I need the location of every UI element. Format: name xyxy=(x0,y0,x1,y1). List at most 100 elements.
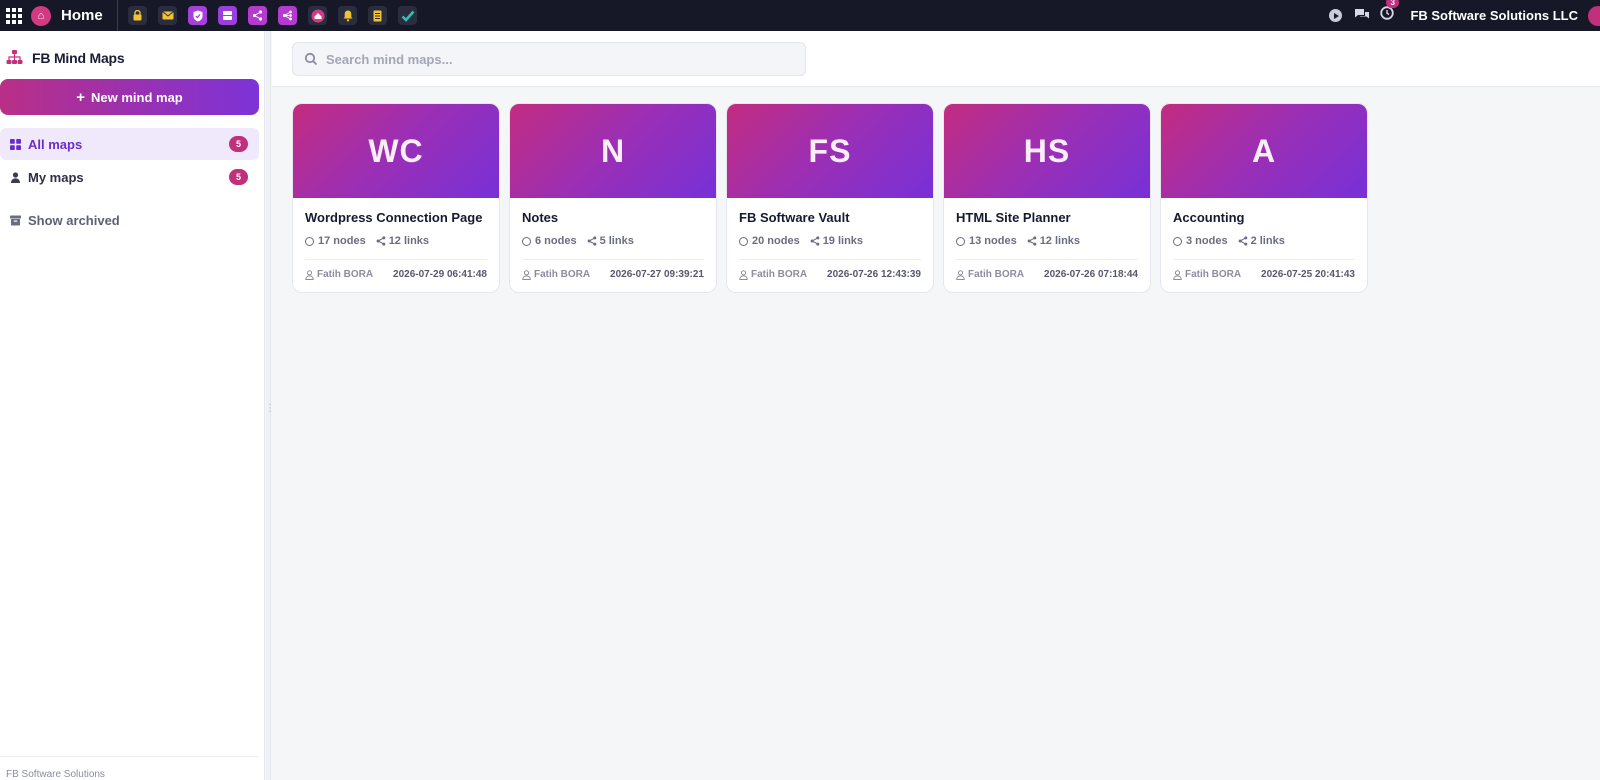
share-icon[interactable] xyxy=(248,6,268,25)
card-divider xyxy=(1173,259,1355,260)
card-divider xyxy=(522,259,704,260)
app-title: FB Mind Maps xyxy=(32,49,125,66)
card-banner: WC xyxy=(293,104,499,198)
mind-map-card[interactable]: FS FB Software Vault 20 nodes 19 links F… xyxy=(726,103,934,293)
topbar-right: 3 FB Software Solutions LLC xyxy=(1329,0,1600,31)
card-stats: 20 nodes 19 links xyxy=(739,235,863,247)
check-icon[interactable] xyxy=(398,6,418,25)
sidebar-brand: FB Mind Maps xyxy=(6,49,125,66)
card-author: Fatih BORA xyxy=(739,269,807,280)
card-title[interactable]: Accounting xyxy=(1173,210,1245,225)
sidebar-footer: FB Software Solutions xyxy=(6,769,105,780)
main-header xyxy=(272,31,1600,87)
node-count: 13 nodes xyxy=(969,235,1017,247)
search-icon xyxy=(304,52,318,66)
share-icon xyxy=(587,236,596,246)
link-count: 19 links xyxy=(822,235,864,247)
node-count: 17 nodes xyxy=(318,235,366,247)
user-icon xyxy=(522,269,531,280)
new-mind-map-label: New mind map xyxy=(91,89,183,105)
link-count: 2 links xyxy=(1250,235,1285,247)
app-launcher-bar xyxy=(123,6,423,25)
notebook-icon[interactable] xyxy=(368,6,388,25)
database-icon[interactable] xyxy=(218,6,238,25)
card-stats: 6 nodes 5 links xyxy=(522,235,634,247)
node-icon xyxy=(522,236,531,246)
node-count: 20 nodes xyxy=(752,235,800,247)
mail-icon[interactable] xyxy=(158,6,178,25)
footer-divider xyxy=(0,756,259,757)
author-name: Fatih BORA xyxy=(317,269,374,280)
card-author: Fatih BORA xyxy=(522,269,590,280)
new-mind-map-button[interactable]: + New mind map xyxy=(0,79,259,115)
card-initials: N xyxy=(600,132,626,169)
nav-label-my-maps: My maps xyxy=(28,169,84,185)
share-icon xyxy=(1238,236,1247,246)
avatar[interactable] xyxy=(1588,5,1600,26)
mind-map-card[interactable]: N Notes 6 nodes 5 links Fatih BORA 2026-… xyxy=(509,103,717,293)
card-date: 2026-07-25 20:41:43 xyxy=(1261,269,1355,280)
play-icon[interactable] xyxy=(1329,9,1343,22)
node-icon xyxy=(305,236,314,246)
card-date: 2026-07-26 07:18:44 xyxy=(1044,269,1138,280)
show-archived-label: Show archived xyxy=(28,212,120,228)
sitemap-icon xyxy=(6,50,23,64)
card-title[interactable]: Wordpress Connection Page xyxy=(305,210,482,225)
card-initials: WC xyxy=(368,132,424,169)
card-banner: N xyxy=(510,104,716,198)
shield-icon[interactable] xyxy=(188,6,208,25)
link-count: 12 links xyxy=(388,235,430,247)
count-badge: 5 xyxy=(229,136,248,152)
card-date: 2026-07-29 06:41:48 xyxy=(393,269,487,280)
user-icon xyxy=(1173,269,1182,280)
mind-map-card[interactable]: A Accounting 3 nodes 2 links Fatih BORA … xyxy=(1160,103,1368,293)
node-icon xyxy=(956,236,965,246)
card-date: 2026-07-26 12:43:39 xyxy=(827,269,921,280)
author-name: Fatih BORA xyxy=(968,269,1025,280)
node-icon xyxy=(739,236,748,246)
author-name: Fatih BORA xyxy=(534,269,591,280)
user-icon xyxy=(739,269,748,280)
user-icon xyxy=(956,269,965,280)
card-title[interactable]: Notes xyxy=(522,210,558,225)
user-icon xyxy=(11,171,20,183)
company-name[interactable]: FB Software Solutions LLC xyxy=(1410,8,1578,23)
card-initials: A xyxy=(1251,132,1277,169)
home-link[interactable]: Home xyxy=(61,7,103,24)
card-title[interactable]: FB Software Vault xyxy=(739,210,850,225)
card-initials: FS xyxy=(808,132,852,169)
mind-map-card[interactable]: HS HTML Site Planner 13 nodes 12 links F… xyxy=(943,103,1151,293)
card-divider xyxy=(305,259,487,260)
count-badge: 5 xyxy=(229,169,248,185)
apps-grid-icon[interactable] xyxy=(2,4,26,28)
mindmap-icon[interactable] xyxy=(278,6,298,25)
card-banner: A xyxy=(1161,104,1367,198)
home-app-icon[interactable] xyxy=(308,6,328,25)
card-date: 2026-07-27 09:39:21 xyxy=(610,269,704,280)
card-stats: 17 nodes 12 links xyxy=(305,235,429,247)
nav-label-all-maps: All maps xyxy=(28,136,83,152)
show-archived-toggle[interactable]: Show archived xyxy=(0,209,259,231)
bell-icon[interactable] xyxy=(338,6,358,25)
search-input[interactable] xyxy=(326,51,796,67)
author-name: Fatih BORA xyxy=(751,269,808,280)
card-banner: FS xyxy=(727,104,933,198)
card-stats: 13 nodes 12 links xyxy=(956,235,1080,247)
card-banner: HS xyxy=(944,104,1150,198)
notification-badge: 3 xyxy=(1386,0,1399,8)
chat-icon[interactable] xyxy=(1354,8,1370,24)
card-author: Fatih BORA xyxy=(1173,269,1241,280)
mind-map-card[interactable]: WC Wordpress Connection Page 17 nodes 12… xyxy=(292,103,500,293)
nav-item-my-maps[interactable]: My maps 5 xyxy=(0,161,259,193)
card-stats: 3 nodes 2 links xyxy=(1173,235,1285,247)
clock-icon xyxy=(1380,6,1395,20)
link-count: 12 links xyxy=(1039,235,1081,247)
share-icon xyxy=(376,236,385,246)
nav-item-all-maps[interactable]: All maps 5 xyxy=(0,128,259,160)
lock-icon[interactable] xyxy=(128,6,148,25)
card-title[interactable]: HTML Site Planner xyxy=(956,210,1071,225)
sidebar-resize-handle[interactable] xyxy=(265,31,275,780)
home-logo-icon[interactable]: ⌂ xyxy=(31,5,51,26)
notifications-button[interactable]: 3 xyxy=(1380,0,1399,25)
search-box[interactable] xyxy=(292,42,806,76)
